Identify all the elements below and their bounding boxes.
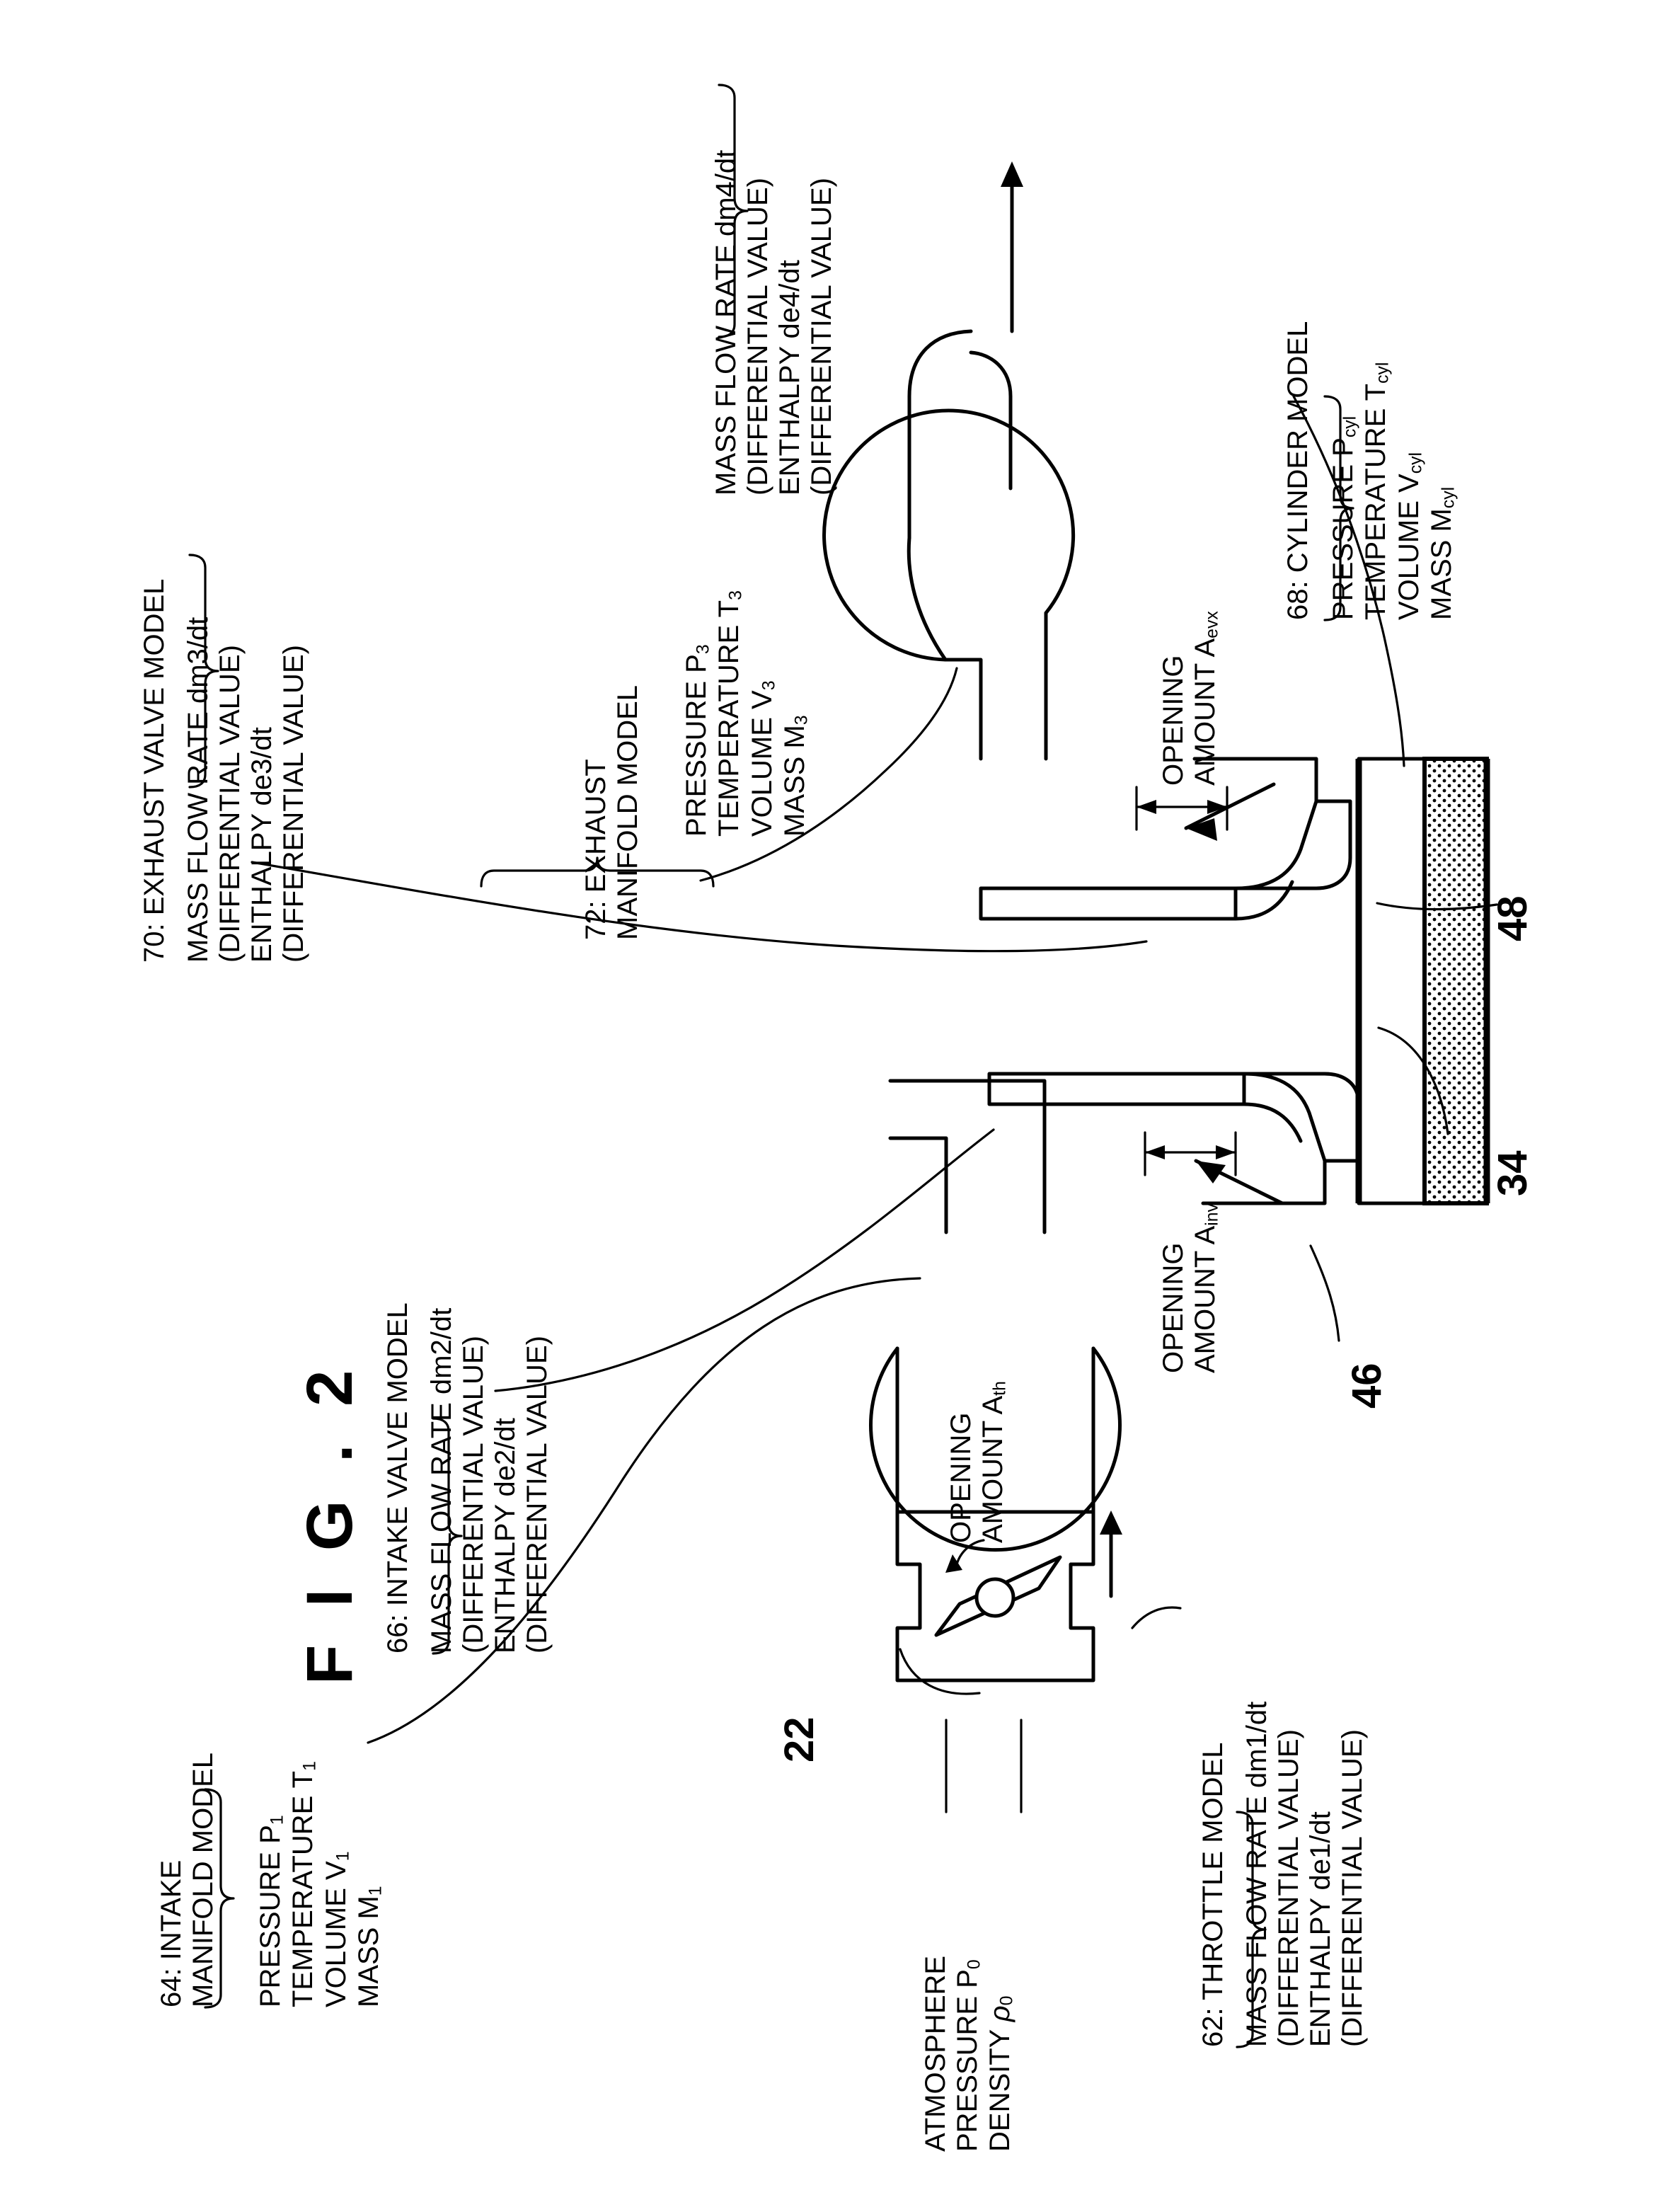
label-exhaust-valve-model-props: MASS FLOW RATE dm3/dt (DIFFERENTIAL VALU… [183, 617, 310, 963]
label-throttle-model-props: MASS FLOW RATE dm1/dt (DIFFERENTIAL VALU… [1241, 1702, 1369, 2047]
label-exhaust-manifold-props: PRESSURE P3 TEMPERATURE T3 VOLUME V3 MAS… [681, 590, 812, 837]
emm-line-1: TEMPERATURE T3 [713, 590, 746, 837]
atm-line-1: PRESSURE P0 [952, 1959, 984, 2152]
tm-line-0: MASS FLOW RATE dm1/dt [1241, 1701, 1272, 2047]
label-opening-amount-exhaust-valve: OPENING AMOUNT Aevx [1158, 611, 1222, 786]
label-cylinder-model: 68: CYLINDER MODEL [1282, 321, 1314, 620]
imm-line-1: TEMPERATURE T1 [287, 1761, 320, 2007]
oa-evx-line1: OPENING [1158, 655, 1189, 786]
opening-amount-inv-dimension [1144, 1131, 1237, 1176]
evm-line-2: ENTHALPY de3/dt [246, 727, 277, 963]
exhaust-valve-model-heading: 70: EXHAUST VALVE MODEL [139, 578, 170, 963]
figure-line-art [188, 84, 1498, 2048]
evm-line-1: (DIFFERENTIAL VALUE) [214, 645, 246, 963]
reference-numeral-48: 48 [1490, 895, 1536, 941]
throttle-model-heading: 62: THROTTLE MODEL [1197, 1742, 1229, 2047]
emm-line-3: MASS M3 [779, 715, 812, 837]
ivm-line-1: (DIFFERENTIAL VALUE) [458, 1336, 489, 1653]
cylinder-and-piston [1355, 757, 1490, 1205]
label-intake-manifold-model: 64: INTAKE MANIFOLD MODEL [156, 1753, 219, 2007]
cyl-line-1: TEMPERATURE Tcyl [1360, 362, 1393, 620]
oa-evx-line2: AMOUNT Aevx [1190, 611, 1222, 786]
oa-inv-line1: OPENING [1158, 1242, 1189, 1373]
imm-line-2: VOLUME V1 [320, 1851, 353, 2007]
emm-heading-2: MANIFOLD MODEL [612, 684, 643, 940]
figure-title: F I G . 2 [294, 1360, 366, 1685]
cyl-flow-2: ENTHALPY de4/dt [774, 260, 805, 495]
label-cylinder-model-props: PRESSURE Pcyl TEMPERATURE Tcyl VOLUME Vc… [1328, 362, 1459, 620]
label-intake-valve-model: 66: INTAKE VALVE MODEL [382, 1302, 414, 1653]
atmosphere-inflow-arrow [1100, 1510, 1122, 1598]
label-cylinder-flow-props: MASS FLOW RATE dm4/dt (DIFFERENTIAL VALU… [710, 150, 838, 495]
cylinder-model-heading: 68: CYLINDER MODEL [1282, 321, 1313, 620]
cyl-line-0: PRESSURE Pcyl [1328, 415, 1360, 620]
ivm-line-2: ENTHALPY de2/dt [490, 1418, 521, 1653]
label-intake-manifold-props: PRESSURE P1 TEMPERATURE T1 VOLUME V1 MAS… [255, 1761, 386, 2007]
evm-line-0: MASS FLOW RATE dm3/dt [183, 617, 214, 963]
evm-line-3: (DIFFERENTIAL VALUE) [278, 645, 309, 963]
label-atmosphere: ATMOSPHERE PRESSURE P0 DENSITY ρ0 [920, 1956, 1018, 2152]
label-throttle-model: 62: THROTTLE MODEL [1197, 1743, 1229, 2047]
model-callout-curves [251, 395, 1405, 1744]
atmosphere-leader-lines [945, 1719, 1023, 1813]
intake-valve-model-heading: 66: INTAKE VALVE MODEL [382, 1302, 413, 1653]
imm-line-3: MASS M1 [353, 1886, 386, 2007]
oa-inv-line2: AMOUNT Ainv [1190, 1203, 1222, 1373]
reference-numeral-22: 22 [776, 1716, 822, 1762]
exhaust-manifold-duct [822, 161, 1076, 761]
reference-numeral-34: 34 [1490, 1150, 1536, 1196]
cyl-flow-0: MASS FLOW RATE dm4/dt [710, 149, 742, 495]
ivm-line-0: MASS FLOW RATE dm2/dt [426, 1307, 457, 1653]
imm-heading-2: MANIFOLD MODEL [188, 1752, 219, 2007]
label-exhaust-valve-model: 70: EXHAUST VALVE MODEL [139, 579, 171, 963]
atm-line-2: DENSITY ρ0 [984, 1995, 1017, 2152]
cyl-flow-3: (DIFFERENTIAL VALUE) [806, 178, 837, 495]
label-opening-amount-throttle: OPENING AMOUNT Ath [945, 1381, 1010, 1543]
imm-heading-1: 64: INTAKE [156, 1859, 187, 2007]
cyl-flow-1: (DIFFERENTIAL VALUE) [742, 178, 773, 495]
ivm-line-3: (DIFFERENTIAL VALUE) [522, 1336, 553, 1653]
opening-amount-evx-dimension [1135, 786, 1229, 831]
tm-line-3: (DIFFERENTIAL VALUE) [1337, 1729, 1368, 2047]
oa-th-line1: OPENING [945, 1412, 977, 1543]
label-intake-valve-model-props: MASS FLOW RATE dm2/dt (DIFFERENTIAL VALU… [426, 1308, 553, 1653]
label-exhaust-manifold-model: 72: EXHAUST MANIFOLD MODEL [580, 685, 644, 940]
emm-heading-1: 72: EXHAUST [580, 759, 611, 940]
reference-numeral-46: 46 [1344, 1363, 1390, 1409]
oa-th-line2: AMOUNT Ath [977, 1381, 1010, 1543]
emm-line-0: PRESSURE P3 [681, 644, 713, 837]
imm-line-0: PRESSURE P1 [255, 1815, 287, 2007]
label-opening-amount-intake-valve: OPENING AMOUNT Ainv [1158, 1203, 1222, 1373]
tm-line-2: ENTHALPY de1/dt [1305, 1811, 1336, 2047]
emm-line-2: VOLUME V3 [746, 680, 779, 837]
atm-line-0: ATMOSPHERE [920, 1955, 951, 2152]
tm-line-1: (DIFFERENTIAL VALUE) [1273, 1729, 1304, 2047]
cyl-line-2: VOLUME Vcyl [1393, 452, 1426, 620]
intake-valve [987, 1072, 1361, 1205]
cyl-line-3: MASS Mcyl [1426, 486, 1459, 620]
